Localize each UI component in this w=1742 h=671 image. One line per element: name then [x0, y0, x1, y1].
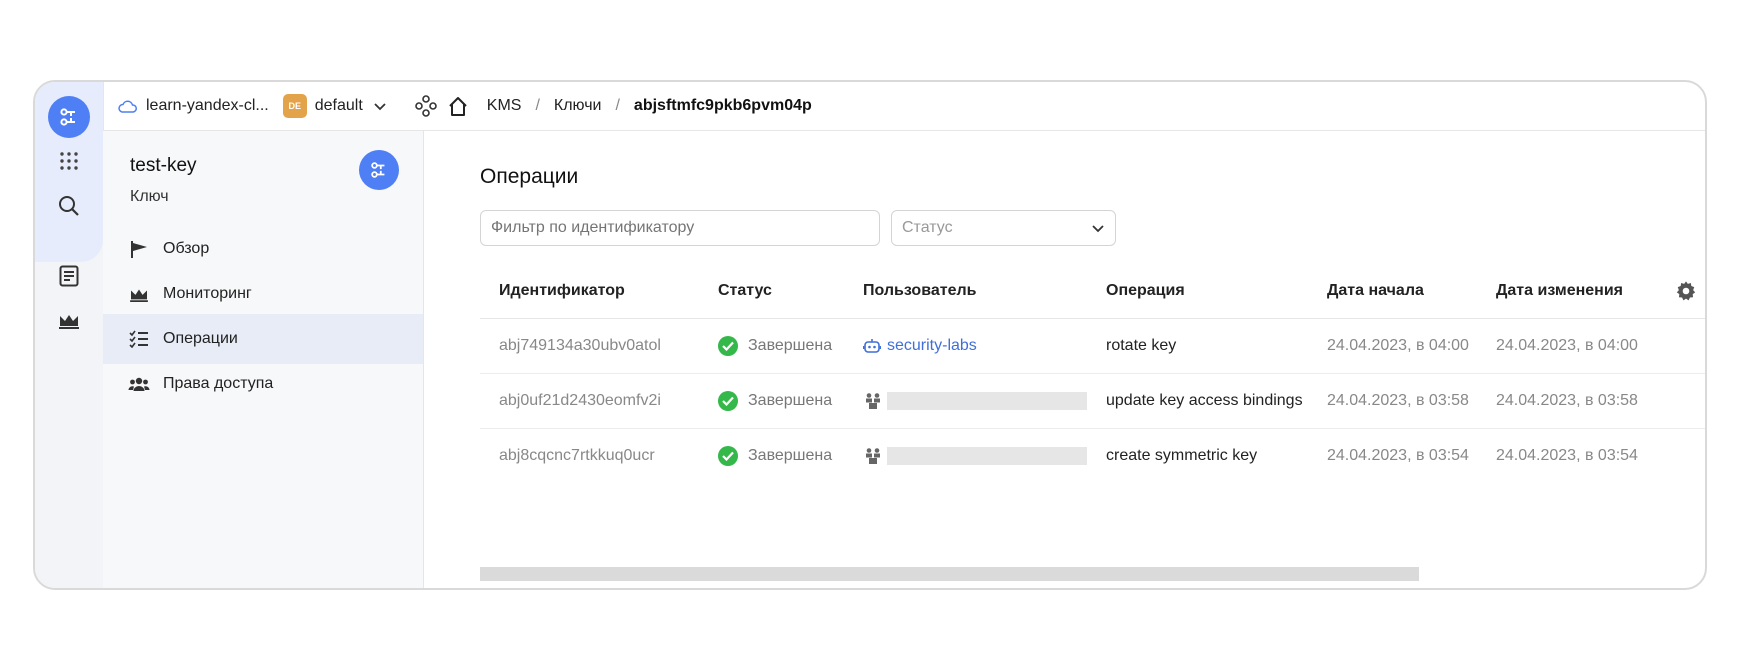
home-icon[interactable]	[447, 95, 469, 117]
table-row[interactable]: abj0uf21d2430eomfv2i Завершена update ke…	[480, 373, 1705, 429]
page-title: Операции	[480, 165, 579, 188]
folder-name: default	[314, 97, 363, 114]
check-circle-icon	[718, 391, 738, 411]
start-date: 24.04.2023, в 03:54	[1327, 447, 1469, 464]
resource-type: Ключ	[130, 188, 169, 205]
sidebar-item-access[interactable]: Права доступа	[103, 359, 423, 409]
all-services-icon[interactable]	[48, 140, 90, 182]
status-text: Завершена	[748, 392, 833, 409]
sidebar-item-label: Операции	[163, 330, 238, 347]
check-circle-icon	[718, 336, 738, 356]
modified-date: 24.04.2023, в 03:58	[1477, 373, 1656, 429]
status-badge: Завершена	[718, 429, 844, 483]
breadcrumb-current: abjsftmfc9pkb6pvm04p	[633, 97, 812, 114]
breadcrumb-kms[interactable]: KMS	[487, 97, 522, 115]
left-rail	[35, 82, 104, 588]
table-header-row: Идентификатор Статус Пользователь Операц…	[480, 264, 1705, 319]
folder-badge: DE	[282, 94, 307, 118]
main-content: Операции Статус Идентификатор Статус Пол…	[424, 131, 1705, 588]
search-icon[interactable]	[48, 185, 90, 227]
flag-icon	[127, 237, 151, 261]
federated-user-icon	[866, 393, 880, 409]
monitoring-rail-icon[interactable]	[48, 299, 90, 341]
sidebar-item-label: Обзор	[163, 240, 210, 257]
status-badge: Завершена	[718, 319, 844, 373]
sidebar-item-monitoring[interactable]: Мониторинг	[103, 269, 423, 319]
operation-id[interactable]: abj8cqcnc7rtkkuq0ucr	[480, 429, 699, 484]
column-header-status: Статус	[699, 264, 844, 319]
sidebar-item-operations[interactable]: Операции	[103, 314, 423, 364]
status-select[interactable]: Статус	[891, 210, 1116, 246]
status-text: Завершена	[748, 337, 833, 354]
operations-table: Идентификатор Статус Пользователь Операц…	[480, 264, 1705, 484]
table-row[interactable]: abj749134a30ubv0atol Завершена security-…	[480, 318, 1705, 374]
operation-name: rotate key	[1087, 318, 1308, 374]
column-header-id: Идентификатор	[480, 264, 699, 319]
breadcrumb-keys[interactable]: Ключи	[554, 97, 602, 115]
cloud-name: learn-yandex-cl...	[146, 97, 269, 114]
console-window: learn-yandex-cl... DE default KMS / Ключ…	[33, 80, 1707, 590]
users-icon	[127, 372, 151, 396]
modified-date: 24.04.2023, в 03:54	[1496, 447, 1638, 464]
user-cell	[863, 374, 1087, 428]
operation-name: update key access bindings	[1087, 373, 1308, 429]
service-graph-icon[interactable]	[414, 95, 437, 117]
monitoring-icon	[127, 282, 151, 306]
chevron-down-icon	[374, 103, 386, 111]
operation-name: create symmetric key	[1106, 447, 1258, 464]
start-date: 24.04.2023, в 03:58	[1308, 373, 1477, 429]
folder-selector[interactable]: DE default	[282, 94, 387, 118]
column-header-start: Дата начала	[1308, 264, 1477, 319]
sidebar-item-label: Права доступа	[163, 375, 274, 392]
column-header-modified: Дата изменения	[1477, 264, 1656, 319]
horizontal-scrollbar[interactable]	[480, 567, 1419, 581]
top-bar: learn-yandex-cl... DE default KMS / Ключ…	[103, 82, 1705, 131]
column-header-operation: Операция	[1087, 264, 1308, 319]
resource-sidebar: test-key Ключ Обзор Мониторинг Операции	[103, 131, 424, 588]
kms-icon	[371, 162, 385, 178]
modified-date: 24.04.2023, в 04:00	[1477, 318, 1656, 374]
sidebar-item-label: Мониторинг	[163, 285, 252, 302]
redacted-user	[887, 392, 1087, 410]
gear-icon	[1676, 281, 1696, 301]
cloud-selector[interactable]: learn-yandex-cl...	[117, 97, 269, 115]
table-row[interactable]: abj8cqcnc7rtkkuq0ucr Завершена create sy…	[480, 429, 1705, 484]
operation-id[interactable]: abj0uf21d2430eomfv2i	[480, 373, 699, 429]
chevron-down-icon	[1092, 225, 1104, 233]
start-date: 24.04.2023, в 04:00	[1308, 318, 1477, 374]
user-link[interactable]: security-labs	[887, 337, 977, 355]
sidebar-item-overview[interactable]: Обзор	[103, 224, 423, 274]
breadcrumb: KMS / Ключи / abjsftmfc9pkb6pvm04p	[486, 97, 812, 115]
dashboard-icon[interactable]	[48, 255, 90, 297]
robot-icon	[863, 339, 881, 353]
redacted-user	[887, 447, 1087, 465]
kms-action-button[interactable]	[359, 150, 399, 190]
operations-list-icon	[127, 327, 151, 351]
table-settings-button[interactable]	[1656, 264, 1705, 319]
id-filter-input[interactable]	[480, 210, 880, 246]
cloud-icon	[118, 100, 137, 113]
user-cell	[863, 429, 1087, 483]
status-select-placeholder: Статус	[902, 219, 953, 236]
operation-id[interactable]: abj749134a30ubv0atol	[480, 318, 699, 374]
resource-title: test-key	[130, 155, 197, 176]
column-header-user: Пользователь	[844, 264, 1087, 319]
federated-user-icon	[866, 448, 880, 464]
user-cell: security-labs	[863, 319, 1087, 373]
kms-service-icon[interactable]	[48, 96, 90, 138]
status-badge: Завершена	[718, 374, 844, 428]
status-text: Завершена	[748, 447, 833, 464]
check-circle-icon	[718, 446, 738, 466]
